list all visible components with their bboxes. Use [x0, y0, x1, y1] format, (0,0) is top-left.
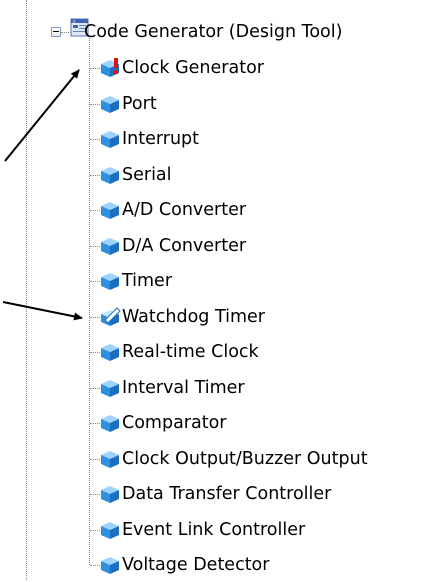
tree-item-label: Serial [122, 164, 172, 185]
tree-item-event-link-controller[interactable]: Event Link Controller [0, 513, 426, 547]
tree-item-d-a-converter[interactable]: D/A Converter [0, 229, 426, 263]
tree-item-label: Interval Timer [122, 377, 245, 398]
svg-text:c: c [73, 19, 76, 25]
module-icon [101, 521, 119, 539]
tree-item-timer[interactable]: Timer [0, 264, 426, 298]
module-icon [101, 95, 119, 113]
tree-item-label: Timer [122, 271, 173, 291]
tree-item-clock-output-buzzer-output[interactable]: Clock Output/Buzzer Output [0, 442, 426, 476]
tree-item-real-time-clock[interactable]: Real-time Clock [0, 335, 426, 369]
tree-item-clock-generator[interactable]: Clock Generator [0, 51, 426, 85]
tree-item-label: Watchdog Timer [122, 306, 265, 327]
module-icon [101, 237, 119, 255]
tree-item-label: Port [122, 93, 157, 114]
module-edit-icon [101, 306, 121, 326]
tree-item-label: Event Link Controller [122, 519, 306, 540]
module-icon [101, 450, 119, 468]
tree-item-label: Real-time Clock [122, 342, 259, 362]
module-icon [101, 131, 119, 148]
tree-item-label: Interrupt [122, 129, 200, 149]
tree-item-label: Clock Output/Buzzer Output [122, 448, 368, 469]
code-generator-tree: c Code Generator (Design Tool) Clock Gen… [0, 0, 426, 580]
tree-root-label: Code Generator (Design Tool) [84, 22, 343, 42]
module-icon [101, 344, 119, 361]
module-icon [101, 166, 119, 184]
module-icon [101, 273, 119, 290]
module-icon [101, 486, 119, 503]
tree-root-code-generator[interactable]: c Code Generator (Design Tool) [0, 16, 426, 50]
collapse-toggle-icon[interactable] [51, 27, 61, 37]
tree-item-watchdog-timer[interactable]: Watchdog Timer [0, 300, 426, 334]
tree-item-label: Data Transfer Controller [122, 484, 332, 504]
tree-item-label: Clock Generator [122, 58, 264, 78]
tree-item-label: A/D Converter [122, 200, 247, 220]
module-warning-icon [101, 58, 119, 77]
tree-item-label: Voltage Detector [122, 555, 270, 575]
tree-item-comparator[interactable]: Comparator [0, 406, 426, 440]
tree-item-label: D/A Converter [122, 235, 247, 256]
tree-item-voltage-detector[interactable]: Voltage Detector [0, 548, 426, 582]
module-icon [101, 202, 119, 219]
tree-item-data-transfer-controller[interactable]: Data Transfer Controller [0, 477, 426, 511]
tree-item-a-d-converter[interactable]: A/D Converter [0, 193, 426, 227]
tree-item-interval-timer[interactable]: Interval Timer [0, 371, 426, 405]
tree-item-label: Comparator [122, 413, 227, 433]
tree-item-port[interactable]: Port [0, 87, 426, 121]
module-icon [101, 557, 119, 574]
tree-item-serial[interactable]: Serial [0, 158, 426, 192]
module-icon [101, 379, 119, 397]
module-icon [101, 415, 119, 432]
tree-item-interrupt[interactable]: Interrupt [0, 122, 426, 156]
